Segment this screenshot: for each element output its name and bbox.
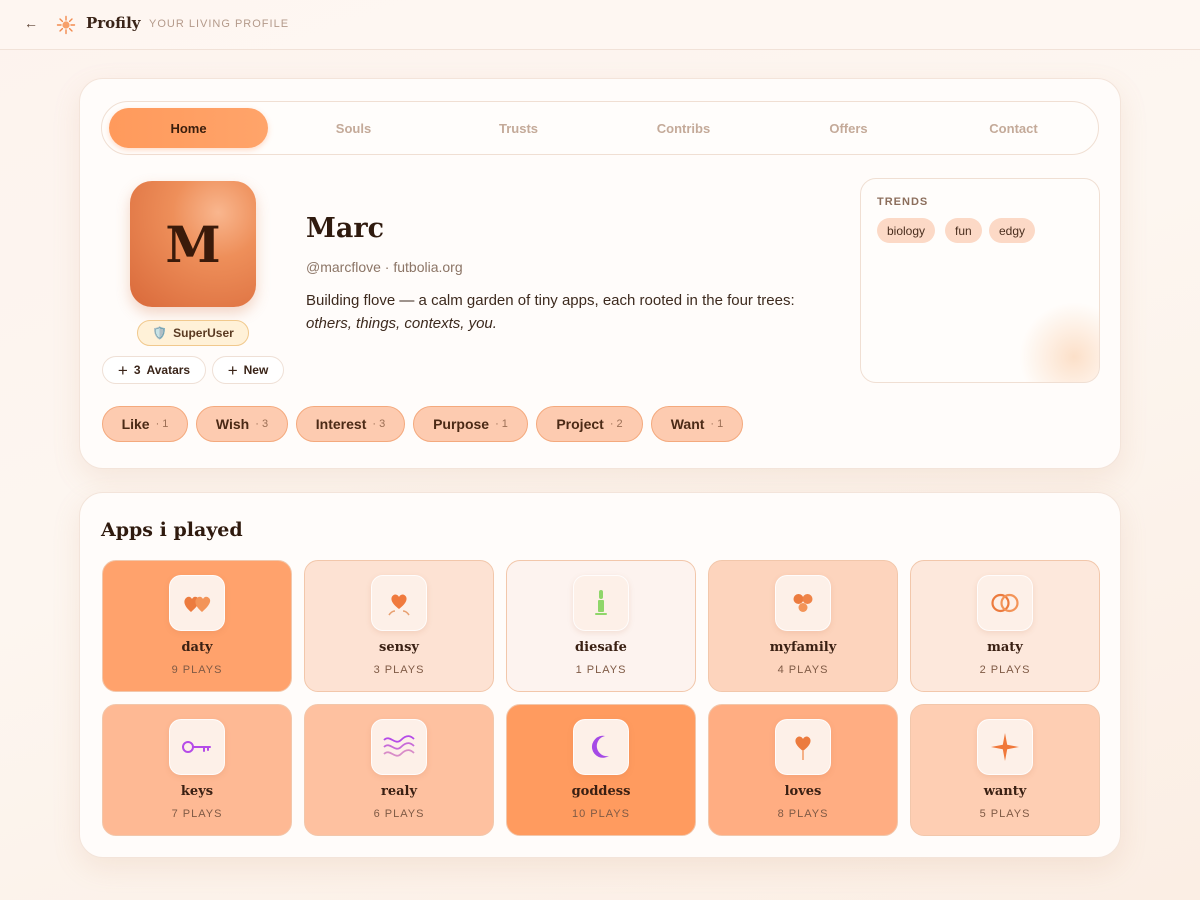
trend-tag[interactable]: biology bbox=[877, 218, 936, 243]
back-button[interactable]: ← bbox=[24, 15, 38, 31]
key-icon bbox=[169, 719, 225, 775]
intent-interest[interactable]: Interest · 3 bbox=[296, 406, 405, 442]
tab-bar: Home Souls Trusts Contribs Offers Contac… bbox=[101, 101, 1099, 155]
app-tile-myfamily[interactable]: myfamily 4 PLAYS bbox=[708, 560, 898, 692]
intent-like[interactable]: Like · 1 bbox=[102, 406, 188, 442]
profile-card: Home Souls Trusts Contribs Offers Contac… bbox=[79, 78, 1121, 469]
heart-sprout-icon bbox=[371, 575, 427, 631]
app-name: keys bbox=[180, 784, 214, 799]
app-tile-daty[interactable]: daty 9 PLAYS bbox=[102, 560, 292, 692]
trend-tag[interactable]: edgy bbox=[989, 218, 1036, 243]
intent-label: Interest bbox=[315, 416, 367, 432]
moon-icon bbox=[573, 719, 629, 775]
badge-label: SuperUser bbox=[173, 326, 234, 340]
plus-icon: + bbox=[117, 360, 128, 380]
avatars-count: 3 bbox=[133, 363, 141, 377]
tab-trusts[interactable]: Trusts bbox=[439, 108, 598, 148]
intent-label: Like bbox=[121, 416, 150, 432]
intent-purpose[interactable]: Purpose · 1 bbox=[413, 406, 528, 442]
app-plays: 4 PLAYS bbox=[777, 664, 829, 676]
app-tile-sensy[interactable]: sensy 3 PLAYS bbox=[304, 560, 494, 692]
avatars-label: Avatars bbox=[146, 363, 191, 377]
superuser-badge: 🛡️ SuperUser bbox=[137, 320, 249, 346]
tab-home[interactable]: Home bbox=[109, 108, 268, 148]
intent-count: · 3 bbox=[372, 418, 386, 430]
app-name: maty bbox=[987, 640, 1023, 655]
app-plays: 10 PLAYS bbox=[572, 808, 630, 820]
app-tile-diesafe[interactable]: diesafe 1 PLAYS bbox=[506, 560, 696, 692]
new-label: New bbox=[243, 363, 269, 377]
app-name: diesafe bbox=[575, 640, 627, 655]
app-plays: 2 PLAYS bbox=[979, 664, 1031, 676]
apps-card: Apps i played daty 9 PLAYS sensy 3 PLAYS… bbox=[79, 492, 1121, 858]
intent-count: · 1 bbox=[710, 418, 724, 430]
rings-icon bbox=[977, 575, 1033, 631]
app-tile-loves[interactable]: loves 8 PLAYS bbox=[708, 704, 898, 836]
profile-handle: @marcflove · futbolia.org bbox=[306, 259, 463, 275]
app-tile-goddess[interactable]: goddess 10 PLAYS bbox=[506, 704, 696, 836]
app-plays: 6 PLAYS bbox=[373, 808, 425, 820]
intent-label: Project bbox=[556, 416, 604, 432]
intent-count: · 3 bbox=[255, 418, 269, 430]
app-plays: 1 PLAYS bbox=[575, 664, 627, 676]
app-plays: 3 PLAYS bbox=[373, 664, 425, 676]
app-name: daty bbox=[181, 640, 213, 655]
brand-name: Profily bbox=[86, 14, 141, 32]
shield-icon: 🛡️ bbox=[152, 326, 168, 340]
top-bar: ← Profily YOUR LIVING PROFILE bbox=[0, 0, 1200, 50]
app-name: goddess bbox=[571, 784, 631, 799]
bio-emphasis: others, things, contexts, you. bbox=[306, 315, 497, 332]
candle-icon bbox=[573, 575, 629, 631]
app-tile-wanty[interactable]: wanty 5 PLAYS bbox=[910, 704, 1100, 836]
waves-icon bbox=[371, 719, 427, 775]
two-hearts-icon bbox=[169, 575, 225, 631]
profile-bio: Building flove — a calm garden of tiny a… bbox=[306, 289, 816, 335]
app-tile-maty[interactable]: maty 2 PLAYS bbox=[910, 560, 1100, 692]
family-dots-icon bbox=[775, 575, 831, 631]
app-plays: 9 PLAYS bbox=[171, 664, 223, 676]
app-name: realy bbox=[380, 784, 418, 799]
intent-count: · 1 bbox=[155, 418, 169, 430]
app-plays: 5 PLAYS bbox=[979, 808, 1031, 820]
intent-count: · 2 bbox=[609, 418, 623, 430]
app-name: sensy bbox=[379, 640, 419, 655]
avatar-letter: M bbox=[165, 214, 221, 274]
intent-want[interactable]: Want · 1 bbox=[651, 406, 743, 442]
app-name: wanty bbox=[983, 784, 1027, 799]
intent-label: Wish bbox=[215, 416, 250, 432]
intent-count: · 1 bbox=[495, 418, 508, 430]
intent-label: Purpose bbox=[433, 416, 490, 432]
app-plays: 8 PLAYS bbox=[777, 808, 829, 820]
apps-title: Apps i played bbox=[101, 519, 243, 541]
app-tile-realy[interactable]: realy 6 PLAYS bbox=[304, 704, 494, 836]
avatars-button[interactable]: + 3 Avatars bbox=[102, 356, 206, 384]
intent-wish[interactable]: Wish · 3 bbox=[196, 406, 288, 442]
heart-stem-icon bbox=[775, 719, 831, 775]
intent-label: Want bbox=[670, 416, 705, 432]
app-name: myfamily bbox=[769, 640, 837, 655]
intent-project[interactable]: Project · 2 bbox=[536, 406, 643, 442]
tab-contact[interactable]: Contact bbox=[934, 108, 1093, 148]
trend-tag[interactable]: fun bbox=[945, 218, 982, 243]
brand-tagline: YOUR LIVING PROFILE bbox=[149, 18, 290, 30]
trends-panel: TRENDS biology fun edgy bbox=[860, 178, 1100, 383]
bio-text: Building flove — a calm garden of tiny a… bbox=[306, 292, 795, 309]
tab-offers[interactable]: Offers bbox=[769, 108, 928, 148]
app-name: loves bbox=[784, 784, 822, 799]
profile-name: Marc bbox=[306, 213, 385, 244]
sun-logo-icon bbox=[56, 15, 76, 35]
trends-title: TRENDS bbox=[877, 196, 929, 208]
new-avatar-button[interactable]: + New bbox=[212, 356, 284, 384]
app-tile-keys[interactable]: keys 7 PLAYS bbox=[102, 704, 292, 836]
plus-icon: + bbox=[227, 360, 238, 380]
tab-souls[interactable]: Souls bbox=[274, 108, 433, 148]
app-plays: 7 PLAYS bbox=[171, 808, 223, 820]
avatar[interactable]: M bbox=[130, 181, 256, 307]
sparkle-icon bbox=[977, 719, 1033, 775]
tab-contribs[interactable]: Contribs bbox=[604, 108, 763, 148]
